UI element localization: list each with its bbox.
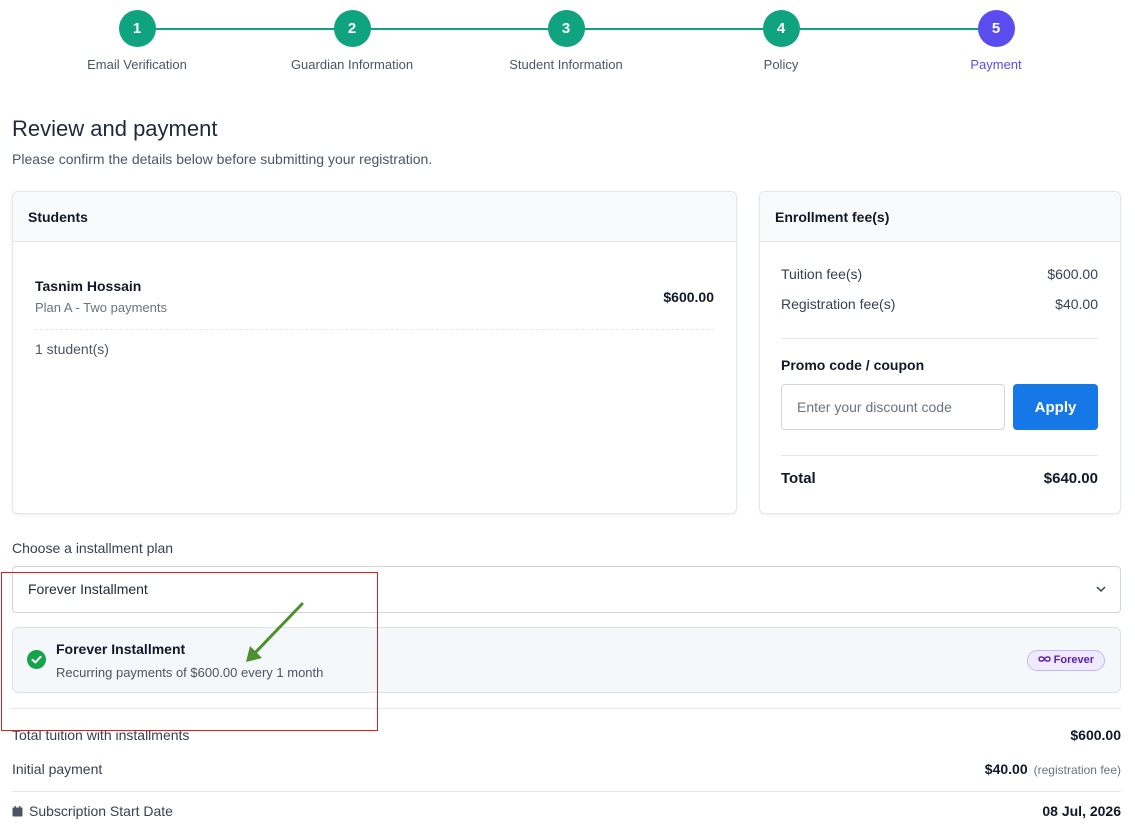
step-number: 4 — [762, 10, 800, 47]
page-title: Review and payment — [12, 116, 218, 141]
divider — [12, 791, 1121, 792]
total-tuition-value: $600.00 — [1070, 727, 1121, 743]
step-number: 5 — [977, 10, 1015, 47]
total-value: $640.00 — [1043, 470, 1098, 487]
step-number: 3 — [547, 10, 585, 47]
subscription-start-row: Subscription Start Date 08 Jul, 2026 — [12, 803, 1121, 819]
subscription-start-label: Subscription Start Date — [29, 803, 173, 819]
page-subtitle: Please confirm the details below before … — [12, 151, 433, 167]
green-arrow-icon — [246, 602, 304, 662]
fee-label: Tuition fee(s) — [781, 266, 863, 282]
step-student-information[interactable]: 3 Student Information — [486, 10, 646, 72]
badge-label: Forever — [1053, 654, 1094, 666]
total-label: Total — [781, 470, 816, 487]
initial-payment-label: Initial payment — [12, 761, 103, 777]
calendar-icon — [12, 806, 23, 817]
fee-value: $600.00 — [1047, 266, 1098, 282]
student-name: Tasnim Hossain — [35, 278, 142, 294]
promo-code-label: Promo code / coupon — [781, 357, 925, 373]
student-price: $600.00 — [663, 289, 714, 305]
installment-plan-label: Choose a installment plan — [12, 540, 174, 556]
step-email-verification[interactable]: 1 Email Verification — [57, 10, 217, 72]
subscription-start-label-wrap: Subscription Start Date — [12, 803, 173, 819]
registration-fee-row: Registration fee(s) $40.00 — [781, 296, 1098, 312]
fee-label: Registration fee(s) — [781, 296, 896, 312]
step-guardian-information[interactable]: 2 Guardian Information — [272, 10, 432, 72]
student-plan: Plan A - Two payments — [35, 300, 167, 315]
total-row: Total $640.00 — [781, 470, 1098, 487]
step-label: Payment — [970, 57, 1022, 72]
fee-value: $40.00 — [1055, 296, 1098, 312]
step-payment[interactable]: 5 Payment — [916, 10, 1076, 72]
enrollment-fee-card: Enrollment fee(s) Tuition fee(s) $600.00… — [759, 191, 1121, 514]
step-number: 2 — [333, 10, 371, 47]
step-policy[interactable]: 4 Policy — [701, 10, 861, 72]
forever-badge: Forever — [1026, 650, 1105, 671]
chevron-down-icon — [1096, 586, 1106, 593]
initial-payment-row: Initial payment $40.00 (registration fee) — [12, 761, 1121, 777]
initial-payment-note: (registration fee) — [1033, 763, 1121, 777]
students-card: Students Tasnim Hossain Plan A - Two pay… — [12, 191, 737, 514]
step-label: Student Information — [509, 57, 623, 72]
initial-payment-amount: $40.00 (registration fee) — [985, 761, 1121, 777]
students-card-title: Students — [13, 192, 736, 242]
divider — [781, 455, 1098, 456]
step-label: Email Verification — [87, 57, 187, 72]
divider — [35, 329, 714, 330]
apply-button[interactable]: Apply — [1013, 384, 1098, 430]
student-count: 1 student(s) — [35, 341, 109, 357]
divider — [781, 338, 1098, 339]
infinity-icon — [1037, 656, 1051, 662]
tuition-fee-row: Tuition fee(s) $600.00 — [781, 266, 1098, 282]
progress-stepper: 1 Email Verification 2 Guardian Informat… — [0, 0, 1135, 90]
promo-code-input[interactable] — [781, 384, 1005, 430]
fee-card-title: Enrollment fee(s) — [760, 192, 1120, 242]
initial-payment-value: $40.00 — [984, 761, 1028, 777]
step-number: 1 — [118, 10, 156, 47]
subscription-start-value: 08 Jul, 2026 — [1042, 803, 1121, 819]
step-label: Policy — [763, 57, 799, 72]
highlight-box — [1, 572, 378, 731]
step-label: Guardian Information — [290, 57, 414, 72]
